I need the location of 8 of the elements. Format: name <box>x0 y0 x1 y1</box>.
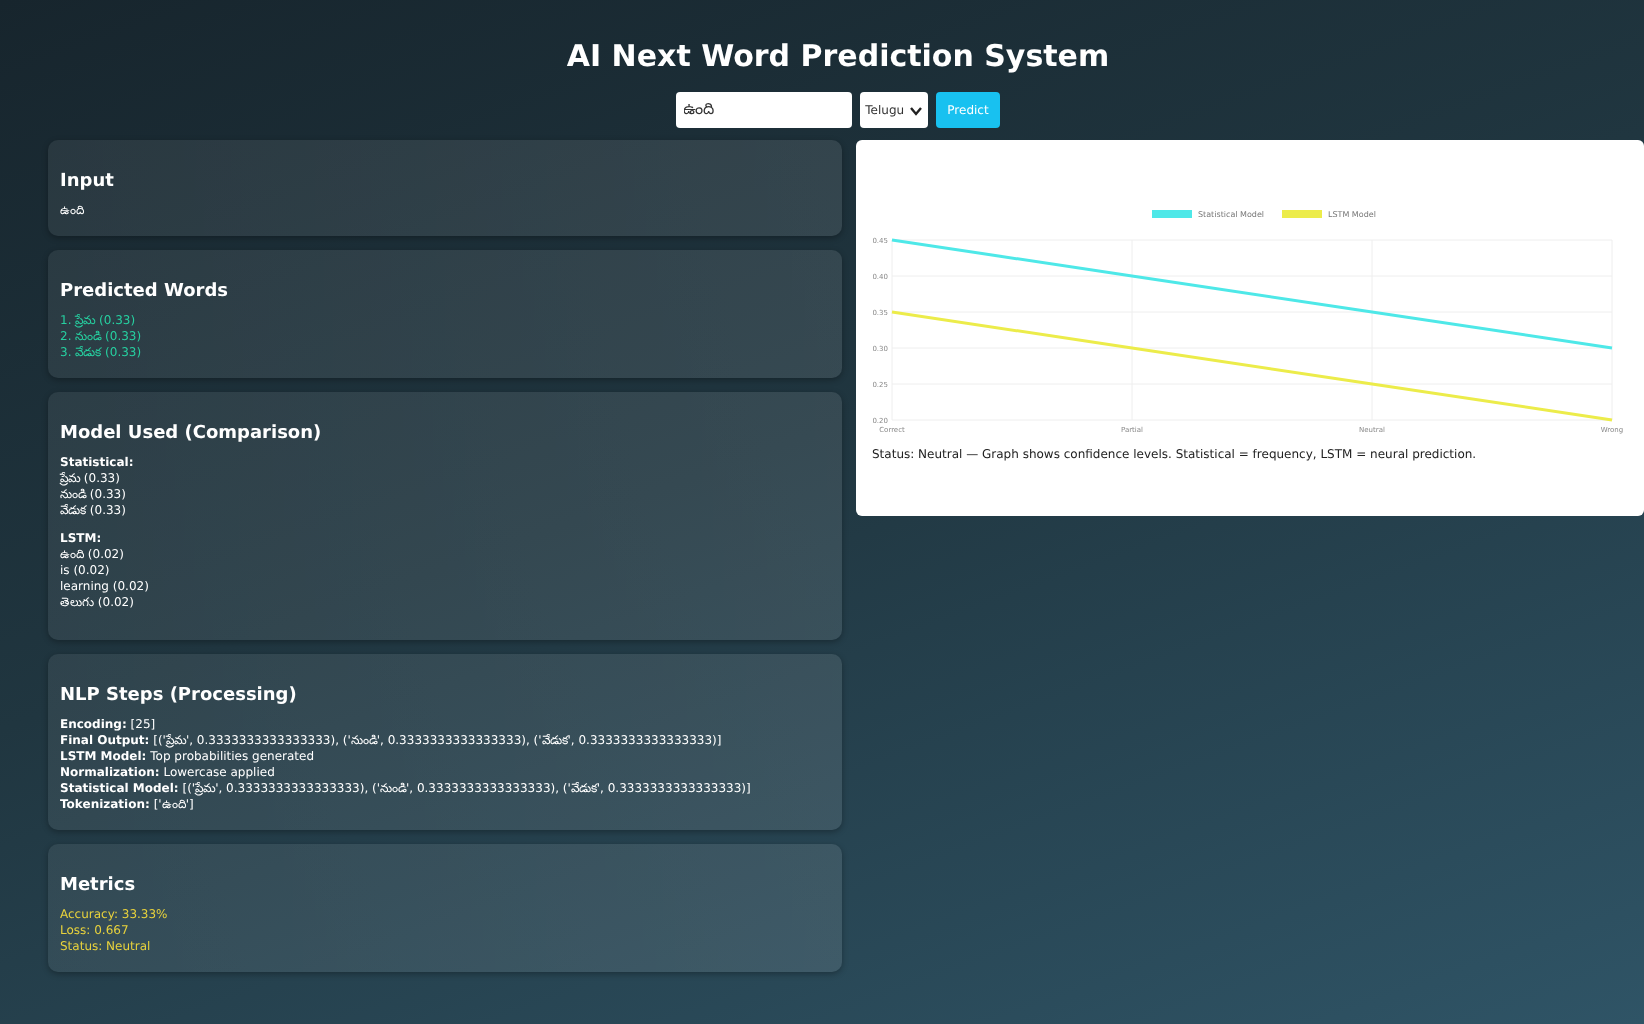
text-input-field[interactable]: ఉంది <box>675 92 852 128</box>
card-title: NLP Steps (Processing) <box>60 686 299 706</box>
chevron-icon <box>909 105 922 115</box>
card-title: Predicted Words <box>60 282 231 302</box>
card-title: Input <box>60 172 116 192</box>
page-title: AI Next Word Prediction System <box>564 36 1112 74</box>
card-title: Model Used (Comparison) <box>60 424 324 444</box>
card-title: Metrics <box>60 876 138 896</box>
